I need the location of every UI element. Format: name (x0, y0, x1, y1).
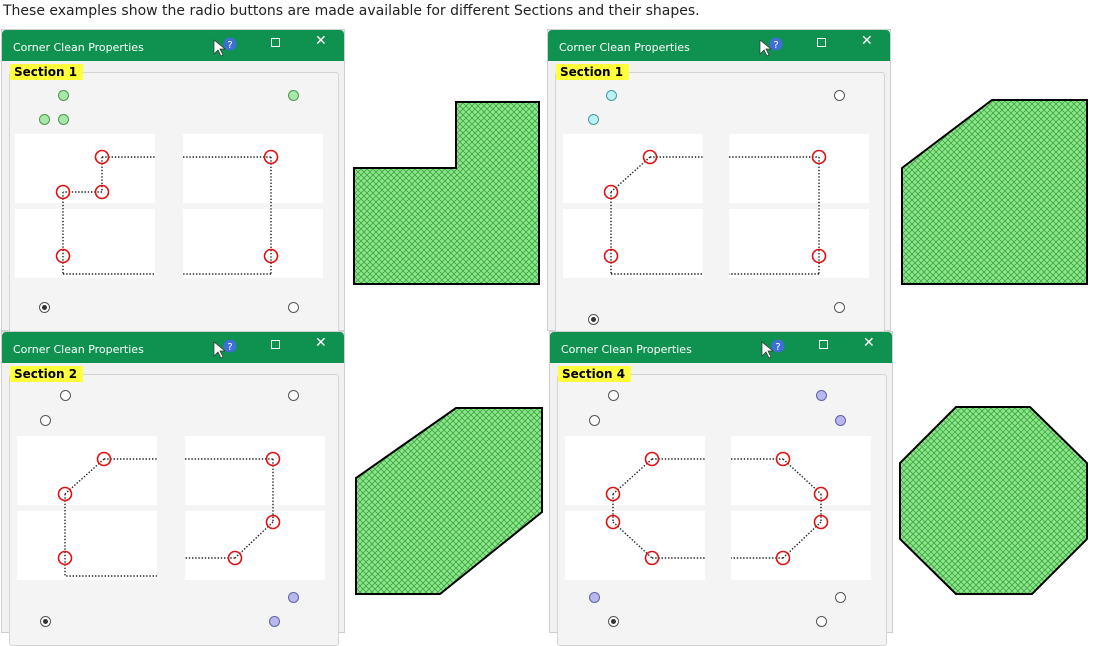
maximize-icon[interactable] (817, 38, 826, 47)
title-bar: Corner Clean Properties ? ✕ (2, 30, 344, 61)
corner-clean-dialog-1: Corner Clean Properties ? ✕ Section 1 (2, 30, 344, 336)
dialog-title: Corner Clean Properties (13, 41, 144, 54)
svg-text:?: ? (227, 40, 232, 51)
close-icon[interactable]: ✕ (315, 33, 327, 49)
close-icon[interactable]: ✕ (861, 33, 873, 49)
section-label: Section 2 (10, 366, 84, 382)
dialog-title: Corner Clean Properties (561, 343, 692, 356)
help-pointer-icon[interactable]: ? (213, 338, 239, 360)
corner-radio-bottom-left[interactable] (588, 314, 599, 325)
corner-radio-right-lower[interactable] (835, 592, 846, 603)
corner-clean-dialog-4: Corner Clean Properties ? ✕ Section 4 (550, 332, 892, 646)
corner-radio-bottom-left[interactable] (40, 616, 51, 627)
section-label: Section 1 (10, 64, 84, 80)
corner-radio-left-outer[interactable] (588, 114, 599, 125)
corner-radio-bottom-right[interactable] (834, 302, 845, 313)
corner-radio-left-lower[interactable] (589, 592, 600, 603)
dialog-title: Corner Clean Properties (13, 343, 144, 356)
section-label: Section 4 (558, 366, 632, 382)
caption: These examples show the radio buttons ar… (3, 3, 700, 19)
corner-radio-bottom-left[interactable] (608, 616, 619, 627)
maximize-icon[interactable] (271, 340, 280, 349)
section-label: Section 1 (556, 64, 630, 80)
corner-radio-bottom-right[interactable] (816, 616, 827, 627)
corner-radio-bottom-left[interactable] (39, 302, 50, 313)
corner-radio-top-right[interactable] (834, 90, 845, 101)
svg-text:?: ? (773, 40, 778, 51)
corner-radio-top-inner[interactable] (608, 390, 619, 401)
corner-radio-left-outer[interactable] (39, 114, 50, 125)
corner-radio-left-outer[interactable] (40, 415, 51, 426)
help-pointer-icon[interactable]: ? (213, 36, 239, 58)
corner-radio-right-outer[interactable] (835, 415, 846, 426)
corner-radio-bottom-right[interactable] (288, 302, 299, 313)
close-icon[interactable]: ✕ (863, 335, 875, 351)
corner-diagram (17, 436, 325, 580)
corner-radio-top-right[interactable] (288, 390, 299, 401)
shape-section-1-chamfer (901, 99, 1088, 285)
corner-radio-right-inner[interactable] (288, 592, 299, 603)
shape-section-4-octagon (899, 406, 1088, 595)
shape-section-2-hexagon (355, 407, 543, 595)
shape-section-1-notched (353, 101, 540, 285)
corner-radio-bottom-right[interactable] (269, 616, 280, 627)
maximize-icon[interactable] (271, 38, 280, 47)
title-bar: Corner Clean Properties ? ✕ (2, 332, 344, 363)
corner-clean-dialog-2: Corner Clean Properties ? ✕ Section 1 (548, 30, 890, 336)
corner-radio-top-inner[interactable] (60, 390, 71, 401)
help-pointer-icon[interactable]: ? (759, 36, 785, 58)
dialog-title: Corner Clean Properties (559, 41, 690, 54)
corner-radio-top-right[interactable] (288, 90, 299, 101)
corner-radio-left-outer[interactable] (589, 415, 600, 426)
corner-radio-top-right[interactable] (816, 390, 827, 401)
corner-radio-top-inner[interactable] (58, 90, 69, 101)
title-bar: Corner Clean Properties ? ✕ (548, 30, 890, 61)
svg-text:?: ? (227, 342, 232, 353)
corner-radio-left-inner[interactable] (58, 114, 69, 125)
corner-diagram (15, 134, 323, 278)
corner-radio-top-inner[interactable] (606, 90, 617, 101)
corner-diagram (565, 436, 871, 580)
maximize-icon[interactable] (819, 340, 828, 349)
help-pointer-icon[interactable]: ? (761, 338, 787, 360)
svg-text:?: ? (775, 342, 780, 353)
corner-clean-dialog-3: Corner Clean Properties ? ✕ Section 2 (2, 332, 344, 646)
title-bar: Corner Clean Properties ? ✕ (550, 332, 892, 363)
corner-diagram (563, 134, 869, 278)
close-icon[interactable]: ✕ (315, 335, 327, 351)
